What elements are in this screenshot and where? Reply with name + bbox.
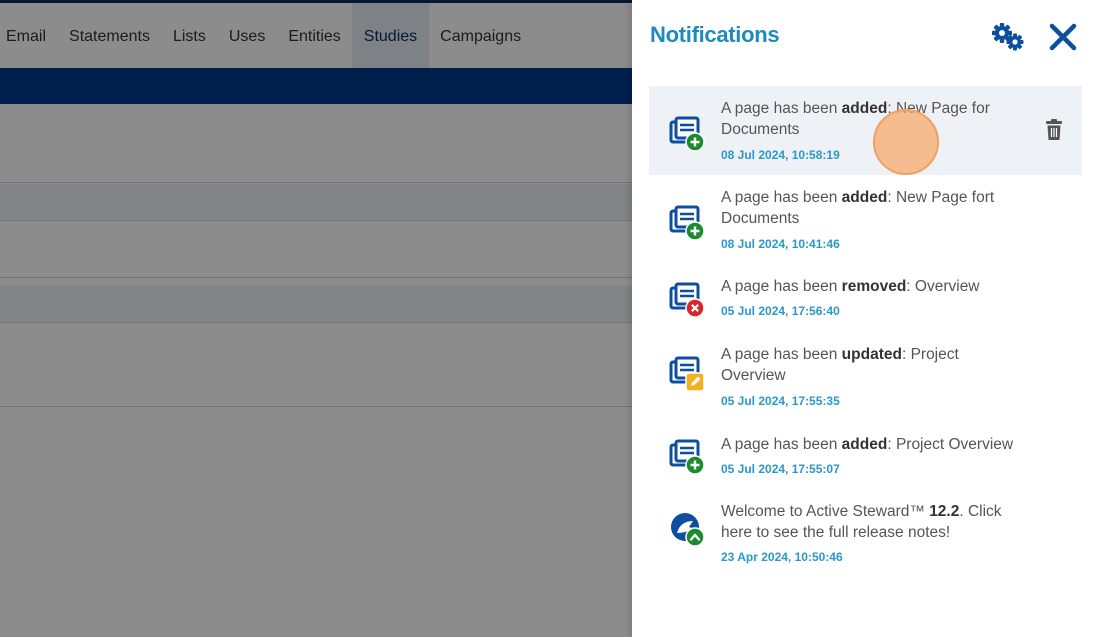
notification-item[interactable]: Welcome to Active Steward™ 12.2. Click h… xyxy=(649,489,1082,579)
notification-item[interactable]: A page has been added: New Page fort Doc… xyxy=(649,175,1082,264)
notification-timestamp: 08 Jul 2024, 10:41:46 xyxy=(721,237,840,251)
page-added-icon xyxy=(669,439,705,475)
background-app: Email Statements Lists Uses Entities Stu… xyxy=(0,0,632,637)
page-updated-icon xyxy=(669,356,705,392)
notification-timestamp: 05 Jul 2024, 17:55:07 xyxy=(721,462,840,476)
notification-message: A page has been added: New Page for Docu… xyxy=(721,100,990,138)
close-panel-button[interactable] xyxy=(1046,20,1080,54)
modal-overlay[interactable] xyxy=(0,0,632,637)
click-indicator xyxy=(873,109,939,175)
notification-item[interactable]: A page has been added: Project Overview … xyxy=(649,422,1082,489)
release-notes-icon xyxy=(669,511,705,547)
panel-title: Notifications xyxy=(650,22,780,47)
notification-message: A page has been updated: Project Overvie… xyxy=(721,346,959,384)
trash-icon xyxy=(1046,119,1062,140)
delete-notification-button[interactable] xyxy=(1044,119,1064,141)
notification-item[interactable]: A page has been removed: Overview 05 Jul… xyxy=(649,264,1082,332)
notification-item[interactable]: A page has been added: New Page for Docu… xyxy=(649,86,1082,175)
page-added-icon xyxy=(669,205,705,241)
notification-message: A page has been added: New Page fort Doc… xyxy=(721,189,995,227)
close-icon xyxy=(1049,23,1077,51)
notification-timestamp: 05 Jul 2024, 17:55:35 xyxy=(721,394,840,408)
notification-list: A page has been added: New Page for Docu… xyxy=(649,86,1082,579)
page-added-icon xyxy=(669,116,705,152)
page-removed-icon xyxy=(669,282,705,318)
notification-message: A page has been removed: Overview xyxy=(721,278,980,295)
notification-timestamp: 05 Jul 2024, 17:56:40 xyxy=(721,304,840,318)
notifications-panel: Notifications A page has been added: New… xyxy=(632,0,1095,637)
notification-settings-button[interactable] xyxy=(988,20,1030,54)
notification-message: Welcome to Active Steward™ 12.2. Click h… xyxy=(721,503,1002,541)
gears-icon xyxy=(992,23,1024,51)
notification-timestamp: 23 Apr 2024, 10:50:46 xyxy=(721,550,843,564)
notification-message: A page has been added: Project Overview xyxy=(721,436,1014,453)
notification-item[interactable]: A page has been updated: Project Overvie… xyxy=(649,332,1082,422)
notification-timestamp: 08 Jul 2024, 10:58:19 xyxy=(721,148,840,162)
